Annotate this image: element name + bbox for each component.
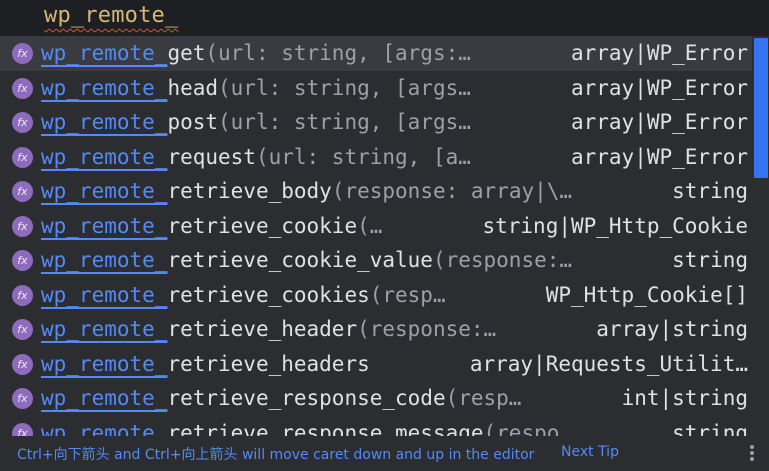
matched-prefix: wp_remote_ — [41, 41, 168, 65]
shortcut-tip: Ctrl+向下箭头 and Ctrl+向上箭头 will move caret … — [17, 447, 535, 463]
function-name-suffix: retrieve_cookie — [167, 213, 358, 238]
completion-item[interactable]: fx wp_remote_retrieve_headers array|Reques… — [0, 347, 752, 382]
function-params: (url: string, [args… — [218, 110, 471, 134]
matched-prefix: wp_remote_ — [41, 110, 168, 134]
completion-item[interactable]: fx wp_remote_retrieve_cookie(… string|WP_H… — [0, 209, 752, 244]
matched-prefix: wp_remote_ — [41, 213, 168, 238]
return-type: WP_Http_Cookie[] — [545, 282, 748, 307]
matched-prefix: wp_remote_ — [41, 282, 168, 307]
completion-item-name: wp_remote_retrieve_header(response:… — [41, 315, 496, 343]
completion-item-name: wp_remote_retrieve_cookie(… — [41, 212, 382, 240]
function-name-suffix: retrieve_response_code — [167, 386, 446, 410]
function-name-suffix: retrieve_headers — [167, 351, 370, 376]
fx-function-icon: fx — [12, 422, 33, 436]
completion-item-name: wp_remote_head(url: string, [args… — [41, 74, 471, 102]
function-name-suffix: request — [167, 144, 256, 169]
next-tip-link[interactable]: Next Tip — [561, 444, 619, 460]
return-type: array|string — [596, 317, 748, 341]
completion-item[interactable]: fx wp_remote_head(url: string, [args… arra… — [0, 71, 752, 106]
return-type: string — [672, 420, 748, 437]
completion-item[interactable]: fx wp_remote_post(url: string, [args… arra… — [0, 105, 752, 140]
matched-prefix: wp_remote_ — [41, 144, 168, 169]
function-params: (url: string, [a… — [255, 144, 471, 169]
completion-footer: Ctrl+向下箭头 and Ctrl+向上箭头 will move caret … — [0, 436, 769, 471]
function-name-suffix: retrieve_cookies — [167, 282, 370, 307]
matched-prefix: wp_remote_ — [41, 75, 168, 100]
function-params: (response: array|\… — [331, 179, 573, 203]
function-params: (response:… — [432, 248, 573, 272]
completion-item-name: wp_remote_retrieve_headers — [41, 350, 370, 378]
more-vertical-icon[interactable] — [746, 443, 758, 465]
matched-prefix: wp_remote_ — [41, 351, 168, 376]
return-type: array|WP_Error — [570, 75, 748, 100]
return-type: array|WP_Error — [570, 41, 748, 65]
completion-item[interactable]: fx wp_remote_retrieve_response_code(resp…… — [0, 381, 752, 416]
completion-item[interactable]: fx wp_remote_retrieve_body(response: arra… — [0, 174, 752, 209]
completion-item-name: wp_remote_retrieve_body(response: array|… — [41, 177, 572, 205]
fx-function-icon: fx — [12, 284, 33, 306]
fx-function-icon: fx — [12, 250, 33, 271]
function-name-suffix: post — [167, 110, 219, 134]
completion-item[interactable]: fx wp_remote_retrieve_header(response:… ar… — [0, 312, 752, 347]
return-type: int|string — [621, 386, 748, 410]
return-type: array|WP_Error — [570, 110, 748, 134]
completion-item[interactable]: fx wp_remote_get(url: string, [args:… arra… — [0, 36, 752, 71]
function-name-suffix: get — [167, 41, 206, 65]
typed-text[interactable]: wp_remote_ — [44, 3, 178, 28]
fx-function-icon: fx — [12, 388, 33, 409]
editor-line[interactable]: wp_remote_ — [0, 0, 769, 36]
matched-prefix: wp_remote_ — [41, 248, 168, 272]
fx-function-icon: fx — [12, 112, 33, 133]
function-name-suffix: head — [167, 75, 219, 100]
completion-item[interactable]: fx wp_remote_retrieve_cookies(resp… WP_Htt… — [0, 278, 752, 313]
completion-popup: fx wp_remote_get(url: string, [args:… arra… — [0, 36, 769, 436]
matched-prefix: wp_remote_ — [41, 420, 168, 437]
completion-item-name: wp_remote_request(url: string, [a… — [41, 143, 471, 171]
function-name-suffix: retrieve_header — [167, 317, 358, 341]
fx-function-icon: fx — [12, 146, 33, 168]
fx-function-icon: fx — [12, 319, 33, 340]
function-params: (url: string, [args:… — [205, 41, 471, 65]
return-type: array|Requests_Utilit… — [469, 351, 748, 376]
completion-item[interactable]: fx wp_remote_retrieve_cookie_value(respon… — [0, 243, 752, 278]
completion-item-name: wp_remote_retrieve_cookie_value(response… — [41, 246, 572, 274]
fx-function-icon: fx — [12, 181, 33, 202]
completion-item-name: wp_remote_retrieve_response_message(resp… — [41, 419, 572, 437]
function-name-suffix: retrieve_response_message — [167, 420, 484, 437]
fx-function-icon: fx — [12, 43, 33, 64]
function-params: (resp… — [445, 386, 522, 410]
function-params: (… — [357, 213, 383, 238]
return-type: string|WP_Http_Cookie — [482, 213, 748, 238]
completion-item-name: wp_remote_get(url: string, [args:… — [41, 39, 471, 67]
matched-prefix: wp_remote_ — [41, 179, 168, 203]
completion-item[interactable]: fx wp_remote_retrieve_response_message(re… — [0, 416, 752, 437]
function-params: (url: string, [args… — [218, 75, 471, 100]
function-name-suffix: retrieve_cookie_value — [167, 248, 433, 272]
function-name-suffix: retrieve_body — [167, 179, 332, 203]
completion-item-name: wp_remote_post(url: string, [args… — [41, 108, 471, 136]
scrollbar-thumb[interactable] — [754, 38, 768, 178]
return-type: string — [672, 248, 748, 272]
function-params: (response:… — [357, 317, 497, 341]
completion-item-name: wp_remote_retrieve_cookies(resp… — [41, 281, 446, 309]
fx-function-icon: fx — [12, 77, 33, 99]
completion-item-name: wp_remote_retrieve_response_code(resp… — [41, 384, 521, 412]
matched-prefix: wp_remote_ — [41, 317, 168, 341]
return-type: array|WP_Error — [570, 144, 748, 169]
return-type: string — [672, 179, 748, 203]
function-params: (respo… — [483, 420, 573, 437]
completion-scrollbar[interactable] — [753, 36, 769, 436]
fx-function-icon: fx — [12, 353, 33, 375]
completion-item[interactable]: fx wp_remote_request(url: string, [a… arra… — [0, 140, 752, 175]
function-params: (resp… — [369, 282, 446, 307]
matched-prefix: wp_remote_ — [41, 386, 168, 410]
fx-function-icon: fx — [12, 215, 33, 237]
